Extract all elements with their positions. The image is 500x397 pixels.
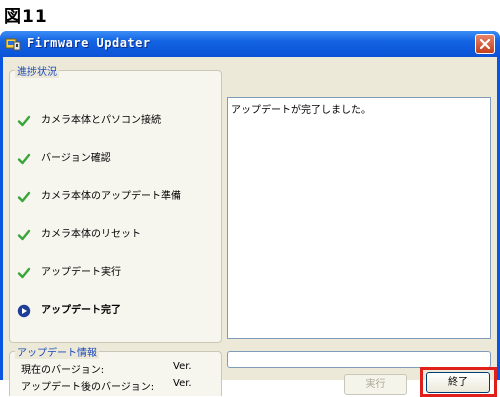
log-message: アップデートが完了しました。 bbox=[231, 105, 371, 116]
step-label: アップデート実行 bbox=[41, 267, 121, 278]
check-icon bbox=[17, 191, 31, 203]
update-info-group-title: アップデート情報 bbox=[15, 344, 99, 359]
step-label: バージョン確認 bbox=[41, 153, 111, 164]
check-icon bbox=[17, 115, 31, 127]
figure-label: 図11 bbox=[4, 7, 48, 27]
log-textarea[interactable]: アップデートが完了しました。 bbox=[227, 97, 491, 339]
finish-button[interactable]: 終了 bbox=[426, 372, 490, 393]
step-label: アップデート完了 bbox=[41, 305, 121, 316]
check-icon bbox=[17, 153, 31, 165]
window-client-area: 進捗状況 カメラ本体とパソコン接続 バージョン確認 カメラ本体のアップデート準備… bbox=[3, 57, 497, 397]
current-step-arrow-icon bbox=[17, 304, 31, 318]
window-title: Firmware Updater bbox=[27, 36, 151, 50]
execute-button[interactable]: 実行 bbox=[344, 374, 407, 395]
after-version-label: アップデート後のバージョン: bbox=[21, 382, 155, 393]
title-bar[interactable]: Firmware Updater bbox=[0, 31, 500, 57]
step-label: カメラ本体とパソコン接続 bbox=[41, 115, 161, 126]
app-icon bbox=[5, 38, 21, 51]
progress-group-title: 進捗状況 bbox=[15, 63, 59, 78]
close-icon bbox=[479, 38, 491, 50]
check-icon bbox=[17, 267, 31, 279]
close-button[interactable] bbox=[475, 34, 495, 54]
progress-group bbox=[9, 70, 222, 343]
step-label: カメラ本体のアップデート準備 bbox=[41, 191, 181, 202]
step-label: カメラ本体のリセット bbox=[41, 229, 141, 240]
check-icon bbox=[17, 229, 31, 241]
progress-bar bbox=[227, 351, 491, 368]
current-version-label: 現在のバージョン: bbox=[21, 365, 105, 376]
firmware-updater-window: Firmware Updater 進捗状況 カメラ本体とパソコン接続 バージョン… bbox=[0, 31, 500, 397]
current-version-value: Ver. bbox=[173, 361, 192, 372]
